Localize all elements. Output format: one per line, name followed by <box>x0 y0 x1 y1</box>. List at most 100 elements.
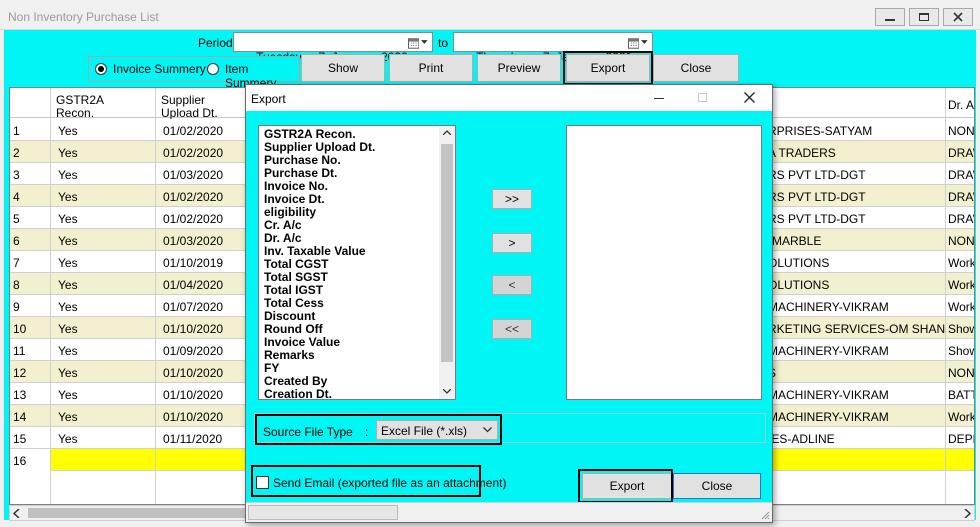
dr-cell: NON <box>948 366 975 380</box>
party-cell: -MARBLE <box>768 234 822 248</box>
dr-cell: Show <box>948 344 974 358</box>
party-cell: MACHINERY-VIKRAM <box>768 388 889 402</box>
party-cell: RS PVT LTD-DGT <box>768 190 866 204</box>
scroll-right-icon[interactable] <box>963 509 971 518</box>
party-cell: OLUTIONS <box>768 256 830 270</box>
export-dialog-title: Export <box>251 92 286 106</box>
source-file-type-select[interactable]: Excel File (*.xls) <box>376 420 498 440</box>
dr-cell: BATT <box>948 388 975 402</box>
supplier-upload-cell: 01/10/2019 <box>163 256 224 270</box>
party-cell: RKETING SERVICES-OM SHANTI <box>768 322 946 336</box>
gstr2a-cell: Yes <box>58 124 78 138</box>
scroll-up-icon[interactable] <box>443 130 451 135</box>
from-date-picker[interactable]: Tuesday , 7 January 2020 <box>233 32 433 64</box>
column-divider <box>155 88 156 504</box>
scroll-left-icon[interactable] <box>13 509 21 518</box>
to-date-picker[interactable]: Thursday , 7 January 2021 <box>453 32 653 64</box>
source-file-type-colon: : <box>365 425 369 439</box>
move-left-button[interactable]: < <box>492 275 532 295</box>
scroll-down-icon[interactable] <box>443 389 451 394</box>
dialog-export-button[interactable]: Export <box>582 473 672 499</box>
supplier-upload-cell: 01/03/2020 <box>163 168 224 182</box>
gstr2a-cell: Yes <box>58 366 78 380</box>
supplier-upload-cell: 01/02/2020 <box>163 212 224 226</box>
dr-cell: DRAW <box>948 212 974 226</box>
gstr2a-cell: Yes <box>58 432 78 446</box>
dialog-minimize-icon[interactable] <box>654 98 664 99</box>
dialog-status-bar <box>246 502 772 522</box>
party-cell: MACHINERY-VIKRAM <box>768 300 889 314</box>
resize-grip-icon[interactable] <box>760 510 770 520</box>
column-divider <box>50 88 51 504</box>
dialog-close-button[interactable]: Close <box>673 473 761 499</box>
party-cell: A TRADERS <box>768 146 836 160</box>
dr-cell: Works <box>948 300 974 314</box>
dr-cell: Works <box>948 410 974 424</box>
scrollbar-thumb[interactable] <box>28 508 258 518</box>
invoice-summery-radio[interactable] <box>95 63 107 75</box>
print-button[interactable]: Print <box>389 54 473 82</box>
col-header-supplier-upload[interactable]: Supplier Upload Dt. <box>161 94 251 120</box>
party-cell: RS PVT LTD-DGT <box>768 168 866 182</box>
dr-cell: Works <box>948 278 974 292</box>
move-all-right-button[interactable]: >> <box>492 189 532 209</box>
supplier-upload-cell: 01/09/2020 <box>163 344 224 358</box>
supplier-upload-cell: 01/10/2020 <box>163 366 224 380</box>
dr-cell: DRAW <box>948 146 974 160</box>
dialog-close-icon[interactable] <box>744 92 755 103</box>
col-header-gstr2a[interactable]: GSTR2A Recon. <box>56 94 152 120</box>
supplier-upload-cell: 01/02/2020 <box>163 146 224 160</box>
dr-cell: Works <box>948 256 974 270</box>
move-all-left-button[interactable]: << <box>492 319 532 339</box>
calendar-dropdown-icon[interactable] <box>628 36 648 49</box>
list-item[interactable]: Creation Dt. <box>264 388 439 400</box>
chevron-down-icon <box>483 427 492 433</box>
window-titlebar: Non Inventory Purchase List <box>0 0 980 30</box>
window-title: Non Inventory Purchase List <box>8 10 159 24</box>
item-summery-radio[interactable] <box>207 63 219 75</box>
period-label: Period <box>198 36 233 50</box>
show-button[interactable]: Show <box>301 54 385 82</box>
close-toolbar-button[interactable]: Close <box>653 54 739 82</box>
supplier-upload-cell: 01/02/2020 <box>163 190 224 204</box>
source-file-type-label: Source File Type <box>263 425 353 439</box>
gstr2a-cell: Yes <box>58 344 78 358</box>
party-cell: S <box>768 366 946 380</box>
list-item[interactable]: Remarks <box>264 349 439 362</box>
to-label: to <box>438 36 449 50</box>
send-email-checkbox[interactable] <box>256 476 269 489</box>
gstr2a-cell: Yes <box>58 278 78 292</box>
list-vertical-scrollbar[interactable] <box>439 126 455 399</box>
window-close-button[interactable] <box>943 8 973 26</box>
dr-cell: NON <box>948 234 975 248</box>
supplier-upload-cell: 01/10/2020 <box>163 388 224 402</box>
preview-button[interactable]: Preview <box>477 54 561 82</box>
dr-cell: DEPR <box>948 432 974 446</box>
export-dialog: Export GSTR2A Recon. Supplier Upload Dt. P… <box>245 84 773 523</box>
selected-fields-list[interactable] <box>566 125 762 400</box>
export-toolbar-button[interactable]: Export <box>566 54 650 82</box>
send-email-label[interactable]: Send Email (exported file as an attachme… <box>273 476 506 490</box>
party-cell: MACHINERY-VIKRAM <box>768 344 889 358</box>
dr-cell: DRAW <box>948 168 974 182</box>
column-divider <box>945 88 946 504</box>
supplier-upload-cell: 01/02/2020 <box>163 124 224 138</box>
col-header-dr[interactable]: Dr. A <box>948 98 974 112</box>
invoice-summery-label[interactable]: Invoice Summery <box>113 62 206 76</box>
move-right-button[interactable]: > <box>492 233 532 253</box>
dialog-maximize-icon <box>698 93 707 102</box>
party-cell: IES-ADLINE <box>768 432 835 446</box>
restore-button[interactable] <box>909 8 939 26</box>
minimize-button[interactable] <box>875 8 905 26</box>
list-scrollbar-thumb[interactable] <box>441 144 453 362</box>
gstr2a-cell: Yes <box>58 168 78 182</box>
gstr2a-cell: Yes <box>58 256 78 270</box>
available-fields-list[interactable]: GSTR2A Recon. Supplier Upload Dt. Purchase… <box>258 125 456 400</box>
supplier-upload-cell: 01/10/2020 <box>163 322 224 336</box>
dr-cell: NON <box>948 124 975 138</box>
calendar-dropdown-icon[interactable] <box>408 36 428 49</box>
gstr2a-cell: Yes <box>58 190 78 204</box>
dr-cell: Show <box>948 322 974 336</box>
restore-icon <box>919 13 929 21</box>
row-number-cell: 16 <box>13 454 27 468</box>
